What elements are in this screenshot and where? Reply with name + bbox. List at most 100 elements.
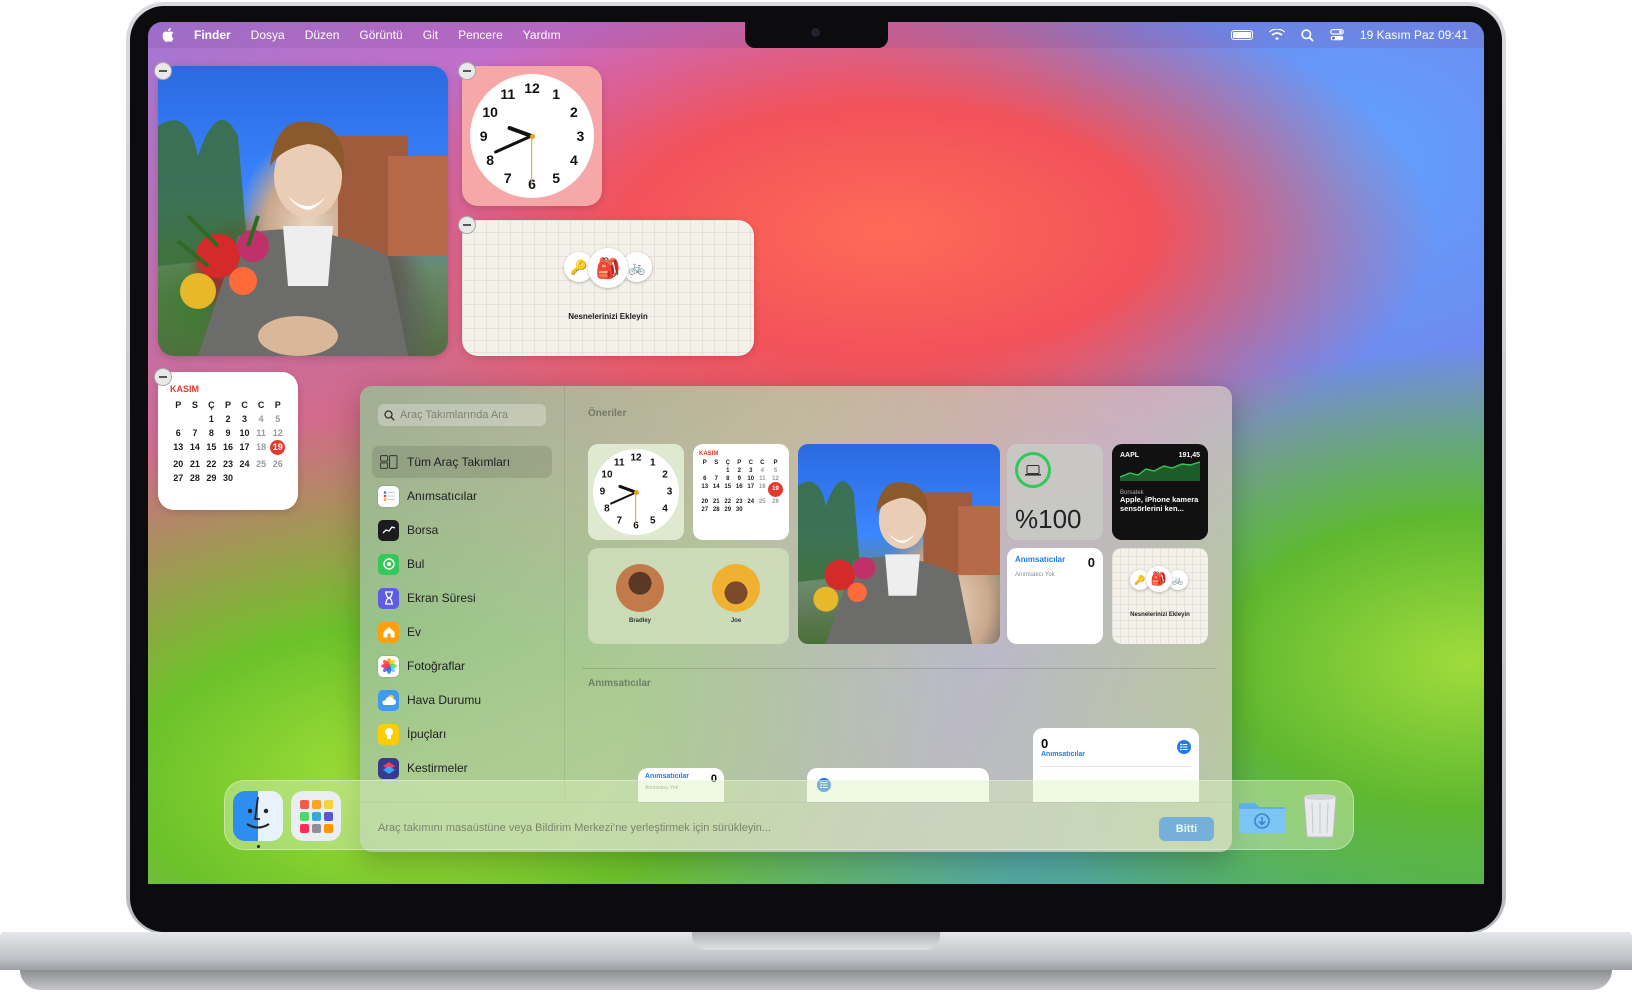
photos-widget[interactable] xyxy=(158,66,448,356)
calendar-day[interactable]: 12 xyxy=(269,428,286,438)
calendar-day[interactable]: 30 xyxy=(734,507,746,513)
sidebar-item-photos[interactable]: Fotoğraflar xyxy=(372,650,552,682)
calendar-day[interactable]: 21 xyxy=(187,459,204,469)
gallery-search-field[interactable] xyxy=(378,404,546,426)
calendar-day[interactable]: 4 xyxy=(253,414,270,424)
calendar-day[interactable]: 22 xyxy=(722,499,734,505)
calendar-widget[interactable]: KASIM P S Ç P C C P 1 2 3 4 5 6 7 8 9 10 11 12 13 14 15 16 17 18… xyxy=(158,372,298,510)
apple-menu-icon[interactable] xyxy=(162,28,174,42)
calendar-day[interactable]: 17 xyxy=(745,484,757,497)
menu-window[interactable]: Pencere xyxy=(458,28,503,42)
menu-file[interactable]: Dosya xyxy=(251,28,285,42)
calendar-day[interactable]: 18 xyxy=(757,484,769,497)
sidebar-item-stocks[interactable]: Borsa xyxy=(372,514,552,546)
sidebar-item-weather[interactable]: Hava Durumu xyxy=(372,684,552,716)
calendar-day[interactable]: 27 xyxy=(170,473,187,483)
search-input[interactable] xyxy=(400,409,540,421)
downloads-folder-icon[interactable] xyxy=(1237,791,1287,841)
spotlight-search-icon[interactable] xyxy=(1301,28,1314,42)
clock-widget-preview[interactable]: 12 1 2 3 4 5 6 7 8 9 10 11 xyxy=(588,444,684,540)
menu-app-name[interactable]: Finder xyxy=(194,28,231,42)
calendar-day[interactable]: 23 xyxy=(734,499,746,505)
calendar-day[interactable]: 3 xyxy=(745,468,757,474)
calendar-day[interactable]: 8 xyxy=(203,428,220,438)
calendar-day[interactable]: 16 xyxy=(220,442,237,455)
contacts-widget-preview[interactable]: Bradley Joe xyxy=(588,548,789,644)
calendar-day[interactable]: 14 xyxy=(711,484,723,497)
remove-widget-button[interactable] xyxy=(458,62,476,80)
calendar-day[interactable]: 7 xyxy=(187,428,204,438)
calendar-day[interactable]: 11 xyxy=(757,476,769,482)
calendar-day[interactable]: 17 xyxy=(236,442,253,455)
calendar-day[interactable]: 28 xyxy=(711,507,723,513)
battery-icon[interactable] xyxy=(1230,30,1253,40)
calendar-day[interactable]: 1 xyxy=(203,414,220,424)
calendar-day[interactable]: 2 xyxy=(220,414,237,424)
calendar-day[interactable]: 10 xyxy=(236,428,253,438)
calendar-day[interactable]: 26 xyxy=(768,499,783,505)
control-center-icon[interactable] xyxy=(1330,29,1344,41)
calendar-day[interactable]: 7 xyxy=(711,476,723,482)
findmy-widget-preview[interactable]: 🔑 🎒 🚲 Nesnelerinizi Ekleyin xyxy=(1112,548,1208,644)
calendar-day[interactable]: 13 xyxy=(170,442,187,455)
finder-icon[interactable] xyxy=(233,791,283,841)
calendar-day[interactable]: 24 xyxy=(745,499,757,505)
menu-edit[interactable]: Düzen xyxy=(305,28,340,42)
remove-widget-button[interactable] xyxy=(154,368,172,386)
clock-widget[interactable]: 121234567891011 xyxy=(462,66,602,206)
calendar-day[interactable]: 19 xyxy=(270,440,286,455)
calendar-day[interactable]: 2 xyxy=(734,468,746,474)
calendar-day[interactable]: 15 xyxy=(203,442,220,455)
calendar-widget-preview[interactable]: KASIM P S Ç P C C P 1 2 3 4 5 6 7 8 9 10 11 12 13 14 15 16 17 18… xyxy=(693,444,789,540)
calendar-day[interactable]: 24 xyxy=(236,459,253,469)
calendar-day[interactable]: 29 xyxy=(203,473,220,483)
calendar-day[interactable]: 29 xyxy=(722,507,734,513)
calendar-day[interactable]: 5 xyxy=(768,468,783,474)
reminders-widget-preview[interactable]: Anımsatıcılar 0 Anımsatıcı Yok xyxy=(1007,548,1103,644)
calendar-day[interactable]: 6 xyxy=(170,428,187,438)
calendar-day[interactable]: 21 xyxy=(711,499,723,505)
menu-go[interactable]: Git xyxy=(423,28,438,42)
calendar-day[interactable]: 11 xyxy=(253,428,270,438)
photos-widget-preview[interactable] xyxy=(798,444,1000,644)
calendar-day[interactable]: 10 xyxy=(745,476,757,482)
sidebar-item-screentime[interactable]: Ekran Süresi xyxy=(372,582,552,614)
calendar-day[interactable]: 4 xyxy=(757,468,769,474)
calendar-day[interactable]: 25 xyxy=(253,459,270,469)
calendar-day[interactable]: 23 xyxy=(220,459,237,469)
remove-widget-button[interactable] xyxy=(154,62,172,80)
calendar-day[interactable]: 9 xyxy=(220,428,237,438)
wifi-icon[interactable] xyxy=(1268,29,1285,41)
calendar-day[interactable]: 8 xyxy=(722,476,734,482)
sidebar-item-reminders[interactable]: Anımsatıcılar xyxy=(372,480,552,512)
calendar-day[interactable]: 28 xyxy=(187,473,204,483)
trash-icon[interactable] xyxy=(1295,789,1345,839)
remove-widget-button[interactable] xyxy=(458,216,476,234)
calendar-day[interactable]: 1 xyxy=(722,468,734,474)
calendar-day[interactable]: 30 xyxy=(220,473,237,483)
sidebar-item-widgets-grid[interactable]: Tüm Araç Takımları xyxy=(372,446,552,478)
calendar-day[interactable]: 27 xyxy=(699,507,711,513)
calendar-day[interactable]: 16 xyxy=(734,484,746,497)
calendar-day[interactable]: 22 xyxy=(203,459,220,469)
calendar-day[interactable]: 6 xyxy=(699,476,711,482)
battery-widget-preview[interactable]: %100 xyxy=(1007,444,1103,540)
menu-help[interactable]: Yardım xyxy=(523,28,561,42)
calendar-day[interactable]: 20 xyxy=(170,459,187,469)
calendar-day[interactable]: 18 xyxy=(253,442,270,455)
calendar-day[interactable]: 9 xyxy=(734,476,746,482)
findmy-items-widget[interactable]: 🔑 🎒 🚲 Nesnelerinizi Ekleyin xyxy=(462,220,754,356)
calendar-day[interactable]: 19 xyxy=(768,482,783,497)
calendar-day[interactable]: 13 xyxy=(699,484,711,497)
stocks-widget-preview[interactable]: AAPL 191,45 Borsatek Apple, iPhone kamer… xyxy=(1112,444,1208,540)
calendar-day[interactable]: 25 xyxy=(757,499,769,505)
sidebar-item-findmy[interactable]: Bul xyxy=(372,548,552,580)
calendar-day[interactable]: 3 xyxy=(236,414,253,424)
calendar-day[interactable]: 15 xyxy=(722,484,734,497)
launchpad-icon[interactable] xyxy=(291,791,341,841)
menubar-clock[interactable]: 19 Kasım Paz 09:41 xyxy=(1360,28,1468,42)
calendar-day[interactable]: 14 xyxy=(187,442,204,455)
sidebar-item-tips[interactable]: İpuçları xyxy=(372,718,552,750)
calendar-day[interactable]: 5 xyxy=(269,414,286,424)
menu-view[interactable]: Görüntü xyxy=(359,28,402,42)
